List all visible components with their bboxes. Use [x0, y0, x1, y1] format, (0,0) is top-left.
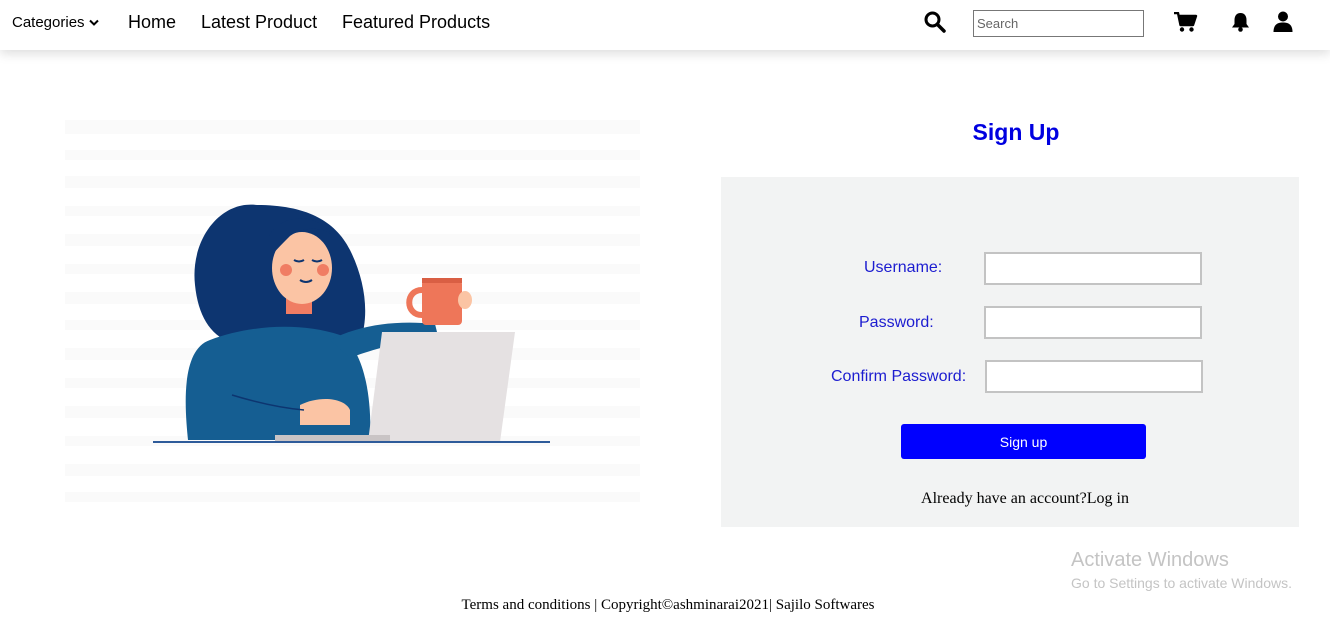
categories-dropdown[interactable]: Categories	[12, 14, 99, 31]
user-icon[interactable]	[1273, 11, 1293, 32]
cart-icon[interactable]	[1174, 12, 1198, 33]
signup-button[interactable]: Sign up	[901, 424, 1146, 459]
activate-windows-subtitle: Go to Settings to activate Windows.	[1071, 575, 1292, 591]
username-label: Username:	[864, 259, 943, 276]
password-label: Password:	[859, 314, 934, 331]
username-input[interactable]	[984, 252, 1202, 285]
top-navbar: Categories Home Latest Product Featured …	[0, 0, 1330, 50]
password-input[interactable]	[984, 306, 1202, 339]
login-prompt-text: Already have an account?	[921, 490, 1087, 507]
confirm-password-input[interactable]	[985, 360, 1203, 393]
login-link[interactable]: Log in	[1087, 490, 1129, 507]
footer-text: Terms and conditions | Copyright©ashmina…	[461, 597, 875, 613]
search-icon[interactable]	[924, 11, 946, 33]
search-input[interactable]	[973, 10, 1144, 37]
bell-icon[interactable]	[1231, 12, 1250, 32]
signup-title: Sign Up	[972, 119, 1060, 145]
woman-laptop-illustration	[65, 120, 640, 502]
signup-form-panel: Username: Password: Confirm Password: Si…	[721, 177, 1299, 527]
categories-label: Categories	[12, 14, 85, 31]
nav-link-featured-products[interactable]: Featured Products	[342, 12, 490, 33]
chevron-down-icon	[88, 19, 99, 26]
login-prompt: Already have an account?Log in	[721, 490, 1329, 508]
nav-link-home[interactable]: Home	[128, 12, 176, 33]
activate-windows-title: Activate Windows	[1071, 549, 1229, 571]
nav-link-latest-product[interactable]: Latest Product	[201, 12, 317, 33]
confirm-password-label: Confirm Password:	[831, 368, 967, 385]
